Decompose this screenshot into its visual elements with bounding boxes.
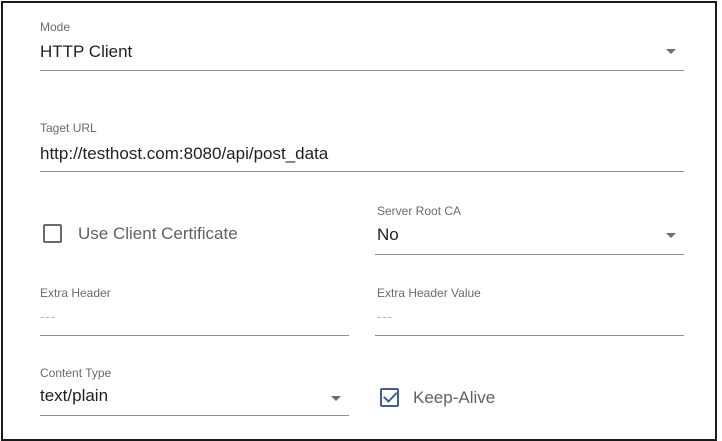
extra-header-underline <box>40 335 349 336</box>
mode-label: Mode <box>40 20 71 34</box>
checkbox-empty-icon <box>43 224 62 243</box>
mode-select[interactable]: Mode HTTP Client <box>40 17 684 73</box>
extra-header-value-label: Extra Header Value <box>377 286 481 300</box>
target-url-underline <box>40 171 684 172</box>
caret-down-icon <box>666 233 676 238</box>
extra-header-value-field[interactable]: Extra Header Value --- <box>375 281 684 337</box>
server-root-ca-underline <box>375 254 684 255</box>
extra-header-field[interactable]: Extra Header --- <box>40 281 349 337</box>
use-client-certificate-label: Use Client Certificate <box>78 224 238 243</box>
target-url-value: http://testhost.com:8080/api/post_data <box>40 144 329 163</box>
content-type-label: Content Type <box>40 366 112 380</box>
use-client-certificate-checkbox[interactable]: Use Client Certificate <box>40 220 330 248</box>
http-client-settings-panel: Mode HTTP Client Taget URL http://testho… <box>1 1 717 441</box>
extra-header-value-placeholder: --- <box>377 309 393 324</box>
mode-underline <box>40 70 684 71</box>
server-root-ca-select[interactable]: Server Root CA No <box>375 199 684 255</box>
extra-header-label: Extra Header <box>40 286 111 300</box>
content-type-underline <box>40 415 349 416</box>
server-root-ca-value: No <box>377 225 399 244</box>
caret-down-icon <box>666 49 676 54</box>
keep-alive-checkbox[interactable]: Keep-Alive <box>377 384 577 412</box>
extra-header-value-underline <box>375 335 684 336</box>
checkbox-checked-icon <box>380 388 399 407</box>
target-url-field[interactable]: Taget URL http://testhost.com:8080/api/p… <box>40 117 684 173</box>
mode-value: HTTP Client <box>40 42 133 61</box>
extra-header-placeholder: --- <box>40 309 56 324</box>
keep-alive-label: Keep-Alive <box>413 388 496 407</box>
server-root-ca-label: Server Root CA <box>377 204 462 218</box>
content-type-value: text/plain <box>40 386 109 405</box>
caret-down-icon <box>331 396 341 401</box>
target-url-label: Taget URL <box>40 121 97 135</box>
content-type-select[interactable]: Content Type text/plain <box>40 361 349 417</box>
